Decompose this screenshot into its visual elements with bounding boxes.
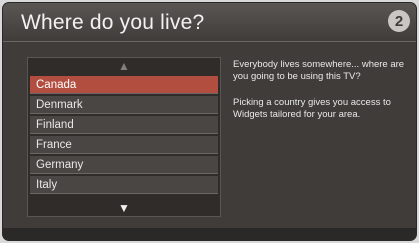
country-option[interactable]: France [30, 136, 218, 154]
title-bar: Where do you live? 2 [3, 3, 416, 42]
country-option[interactable]: Denmark [30, 96, 218, 114]
country-list[interactable]: ▲ Canada Denmark Finland France Germany … [27, 57, 221, 217]
country-option[interactable]: Finland [30, 116, 218, 134]
description-paragraph-2: Picking a country gives you access to Wi… [233, 97, 391, 120]
description-paragraph-1: Everybody lives somewhere... where are y… [233, 59, 405, 82]
country-option[interactable]: Italy [30, 176, 218, 194]
step-number-badge: 2 [388, 10, 410, 32]
setup-screen: Where do you live? 2 ▲ Canada Denmark Fi… [3, 3, 416, 240]
scroll-down-arrow-icon[interactable]: ▼ [28, 200, 220, 216]
bottom-bar [3, 228, 416, 240]
scroll-up-arrow-icon[interactable]: ▲ [28, 58, 220, 74]
country-option[interactable]: Germany [30, 156, 218, 174]
page-title: Where do you live? [21, 11, 205, 34]
country-option[interactable]: Canada [30, 76, 218, 94]
